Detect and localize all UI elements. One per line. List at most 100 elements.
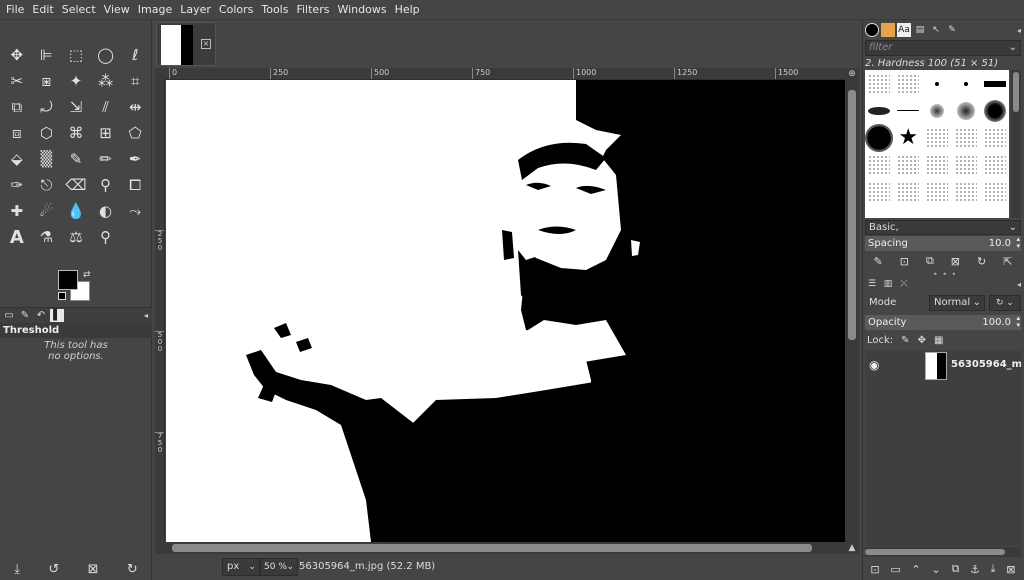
rotate-icon[interactable]: ⤾ [32,94,62,120]
brush-item[interactable]: ★ [894,124,923,151]
handle-transform-icon[interactable]: ⊞ [91,120,121,146]
paths-icon[interactable]: ⤳ [120,198,150,224]
menu-tools[interactable]: Tools [257,0,292,20]
gradient-icon[interactable]: ▒ [32,146,62,172]
brush-item[interactable] [980,151,1009,178]
restore-options-icon[interactable]: ↺ [48,562,59,577]
rect-select-icon[interactable]: ⬚ [61,42,91,68]
horizontal-scrollbar[interactable] [166,542,845,554]
measure-icon[interactable]: ⚖ [61,224,91,250]
horizontal-ruler[interactable]: 0 250 500 750 1000 1250 1500 [165,68,845,80]
airbrush-icon[interactable]: ✒ [120,146,150,172]
duplicate-layer-icon[interactable]: ⧉ [951,562,959,576]
brush-item[interactable] [980,97,1009,124]
mypaint-brush-icon[interactable]: ⎋ [32,172,62,198]
pointer-tab-icon[interactable]: ↖ [929,23,943,37]
dodge-burn-icon[interactable]: ◐ [91,198,121,224]
brush-item[interactable] [894,151,923,178]
undo-history-tab-icon[interactable]: ↶ [34,309,48,322]
zoom-select[interactable]: 50 % ⌄ [260,558,298,576]
spinner-icon[interactable]: ▴ ▾ [1016,236,1020,250]
unit-select[interactable]: px ⌄ [222,558,260,576]
open-brush-as-image-icon[interactable]: ⇱ [1003,255,1012,268]
cage-transform-icon[interactable]: ⬠ [120,120,150,146]
text-icon[interactable]: A [2,224,32,250]
perspective-icon[interactable]: ⧈ [2,120,32,146]
image-canvas[interactable] [166,80,845,542]
menu-windows[interactable]: Windows [333,0,390,20]
tab-menu-icon[interactable]: ◂ [1017,26,1021,35]
menu-edit[interactable]: Edit [28,0,57,20]
lock-pixels-icon[interactable]: ✎ [901,335,909,346]
scissors-select-icon[interactable]: ✂ [2,68,32,94]
brush-tag-select[interactable]: Basic, ⌄ [865,220,1021,235]
image-tab[interactable]: × [156,22,216,66]
close-image-icon[interactable]: × [201,39,211,49]
lock-alpha-icon[interactable]: ▦ [934,335,943,346]
new-layer-group-icon[interactable]: ▭ [890,563,900,576]
foreground-select-icon[interactable]: ⧆ [32,68,62,94]
brush-item[interactable] [865,151,894,178]
brush-item[interactable] [894,97,923,124]
brush-item[interactable] [951,151,980,178]
heal-icon[interactable]: ✚ [2,198,32,224]
brushes-tab-icon[interactable] [865,23,879,37]
brush-item[interactable] [865,70,894,97]
layer-scrollbar[interactable] [865,547,1021,557]
fuzzy-select-icon[interactable]: ✦ [61,68,91,94]
zoom-to-fit-icon[interactable]: ⊕ [845,68,859,80]
layer-row[interactable]: ◉ 56305964_m.jpg [865,350,1021,382]
brush-item[interactable] [865,97,894,124]
delete-layer-icon[interactable]: ⊠ [1006,563,1015,576]
layer-name[interactable]: 56305964_m.jpg [951,359,1021,370]
blur-icon[interactable]: 💧 [61,198,91,224]
brush-item[interactable] [951,124,980,151]
ruler-corner[interactable] [155,68,165,80]
tab-menu-icon[interactable]: ◂ [1017,280,1021,289]
brush-item[interactable] [923,124,952,151]
brush-item[interactable] [980,70,1009,97]
refresh-brushes-icon[interactable]: ↻ [977,255,986,268]
spacing-slider[interactable]: Spacing 10.0 ▴ ▾ [865,236,1021,251]
patterns-tab-icon[interactable] [881,23,895,37]
brush-item[interactable] [923,178,952,205]
composite-mode-button[interactable]: ↻ ⌄ [989,295,1021,311]
pencil-icon[interactable]: ✏ [91,146,121,172]
unified-transform-icon[interactable]: ⧉ [2,94,32,120]
delete-options-icon[interactable]: ⊠ [88,562,99,577]
brush-item[interactable] [923,70,952,97]
brush-item[interactable] [923,151,952,178]
delete-brush-icon[interactable]: ⊠ [951,255,960,268]
duplicate-brush-icon[interactable]: ⧉ [926,254,934,268]
shear-icon[interactable]: ⫽ [91,94,121,120]
menu-image[interactable]: Image [134,0,176,20]
anchor-layer-icon[interactable]: ⚓ [970,563,980,576]
menu-filters[interactable]: Filters [292,0,333,20]
brush-item[interactable] [865,123,894,152]
paint-dynamics-tab-icon[interactable]: ✎ [945,23,959,37]
images-tab-icon[interactable]: ▌ [50,309,64,322]
raise-layer-icon[interactable]: ⌃ [912,563,921,576]
brush-item[interactable] [894,70,923,97]
menu-colors[interactable]: Colors [215,0,257,20]
brush-item[interactable] [894,178,923,205]
brush-item[interactable] [980,178,1009,205]
scale-icon[interactable]: ⇲ [61,94,91,120]
vertical-ruler[interactable]: 2 5 0 5 0 0 7 5 0 [155,80,165,542]
color-picker-icon[interactable]: ⚗ [32,224,62,250]
mode-select[interactable]: Normal ⌄ [929,295,985,311]
free-select-icon[interactable]: ℓ [120,42,150,68]
brush-item[interactable] [951,178,980,205]
visibility-eye-icon[interactable]: ◉ [869,358,879,372]
layers-tab-icon[interactable]: ☰ [865,278,879,291]
fonts-tab-icon[interactable]: Aa [897,23,911,37]
flip-icon[interactable]: ⇹ [120,94,150,120]
brush-filter-input[interactable]: filter ⌄ [865,40,1021,56]
zoom-icon[interactable]: ⚲ [91,224,121,250]
new-brush-icon[interactable]: ⊡ [900,255,909,268]
warp-transform-icon[interactable]: ⌘ [61,120,91,146]
edit-brush-icon[interactable]: ✎ [874,255,883,268]
perspective-clone-icon[interactable]: ⧠ [120,172,150,198]
menu-view[interactable]: View [100,0,134,20]
paintbrush-icon[interactable]: ✎ [61,146,91,172]
